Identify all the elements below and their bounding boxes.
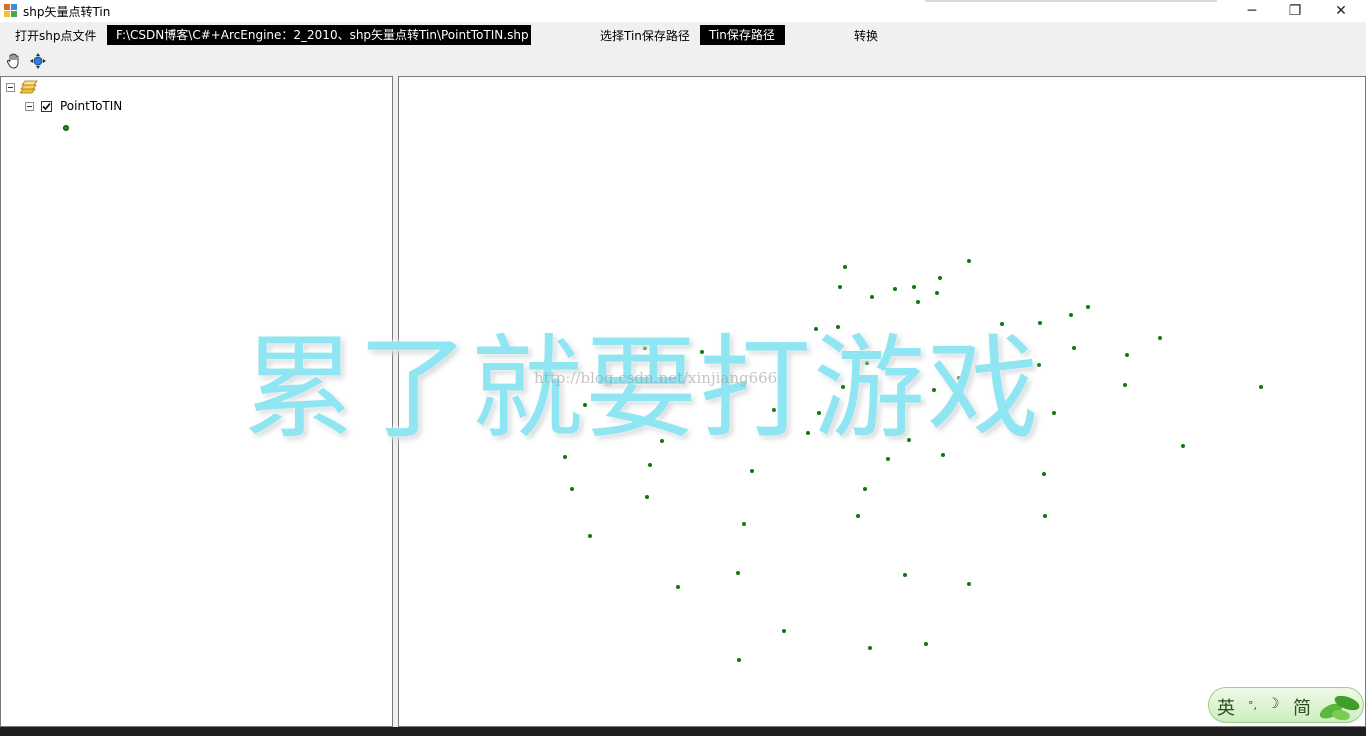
map-point: [870, 295, 874, 299]
ime-mode[interactable]: 简: [1293, 694, 1311, 720]
map-point: [778, 379, 782, 383]
map-point: [836, 325, 840, 329]
map-point: [643, 346, 647, 350]
map-point: [856, 514, 860, 518]
minimize-button[interactable]: ─: [1229, 0, 1275, 22]
convert-menu[interactable]: 转换: [854, 27, 878, 44]
map-point: [932, 388, 936, 392]
map-point: [838, 285, 842, 289]
window-title: shp矢量点转Tin: [23, 5, 111, 19]
map-point: [957, 376, 961, 380]
collapse-layer-toggle[interactable]: [25, 102, 34, 111]
map-point: [1000, 322, 1004, 326]
map-point: [903, 573, 907, 577]
map-point: [1052, 411, 1056, 415]
tin-path-label: Tin保存路径: [700, 25, 785, 45]
map-point: [648, 463, 652, 467]
pan-hand-icon[interactable]: [5, 52, 23, 70]
map-point: [782, 629, 786, 633]
map-point: [1086, 305, 1090, 309]
map-point: [772, 408, 776, 412]
map-point: [1043, 514, 1047, 518]
map-point: [938, 276, 942, 280]
map-point: [563, 455, 567, 459]
map-point: [907, 438, 911, 442]
map-point: [941, 453, 945, 457]
map-point: [1042, 472, 1046, 476]
map-point: [588, 534, 592, 538]
popup-edge: [925, 0, 1217, 2]
map-point: [583, 403, 587, 407]
point-symbol-icon: [63, 125, 69, 131]
map-point: [924, 642, 928, 646]
map-point: [676, 585, 680, 589]
ime-lang[interactable]: 英: [1217, 694, 1235, 720]
map-point: [1181, 444, 1185, 448]
map-point: [737, 658, 741, 662]
map-point: [700, 350, 704, 354]
collapse-map-toggle[interactable]: [6, 83, 15, 92]
map-point: [912, 285, 916, 289]
map-point: [865, 361, 869, 365]
restore-button[interactable]: ❐: [1272, 0, 1318, 22]
layers-icon: [19, 80, 38, 94]
map-point: [967, 259, 971, 263]
map-point: [886, 367, 890, 371]
ime-indicator[interactable]: 英 °, ☽ 简: [1208, 687, 1364, 723]
map-point: [645, 495, 649, 499]
close-button[interactable]: ✕: [1318, 0, 1364, 22]
layer-toc-panel: PointToTIN: [0, 76, 393, 727]
map-point: [750, 469, 754, 473]
map-point: [570, 487, 574, 491]
map-point: [1037, 363, 1041, 367]
open-shp-menu[interactable]: 打开shp点文件: [15, 27, 96, 44]
map-point: [868, 646, 872, 650]
map-point: [817, 411, 821, 415]
layer-visibility-checkbox[interactable]: [41, 101, 52, 112]
title-bar: shp矢量点转Tin ─ ❐ ✕: [0, 0, 1366, 22]
map-point: [1015, 427, 1019, 431]
menu-bar: 打开shp点文件 F:\CSDN博客\C#+ArcEngine：2_2010、s…: [0, 22, 1366, 48]
map-point: [742, 522, 746, 526]
map-point: [1259, 385, 1263, 389]
ime-moon-icon[interactable]: ☽: [1267, 696, 1280, 712]
map-point: [935, 291, 939, 295]
ime-punct[interactable]: °,: [1248, 699, 1257, 712]
full-extent-icon[interactable]: [29, 52, 47, 70]
map-point: [660, 439, 664, 443]
app-icon: [4, 4, 17, 17]
map-point: [916, 300, 920, 304]
shp-path-label: F:\CSDN博客\C#+ArcEngine：2_2010、shp矢量点转Tin…: [107, 25, 531, 45]
map-point: [1125, 353, 1129, 357]
map-point: [893, 287, 897, 291]
leaf-logo-icon: [1313, 689, 1363, 723]
map-point: [1158, 336, 1162, 340]
map-point: [967, 582, 971, 586]
map-point: [843, 265, 847, 269]
choose-tin-path-menu[interactable]: 选择Tin保存路径: [600, 27, 690, 44]
map-point: [886, 457, 890, 461]
map-point: [1123, 383, 1127, 387]
layer-name[interactable]: PointToTIN: [60, 99, 122, 113]
taskbar-edge: [0, 727, 1366, 736]
map-point: [863, 487, 867, 491]
map-point: [1069, 313, 1073, 317]
map-point: [814, 327, 818, 331]
map-point: [806, 431, 810, 435]
map-point: [1072, 346, 1076, 350]
map-point: [736, 571, 740, 575]
map-point: [1038, 321, 1042, 325]
map-view[interactable]: [398, 76, 1366, 727]
map-point: [841, 385, 845, 389]
map-toolbar: [0, 48, 1366, 74]
